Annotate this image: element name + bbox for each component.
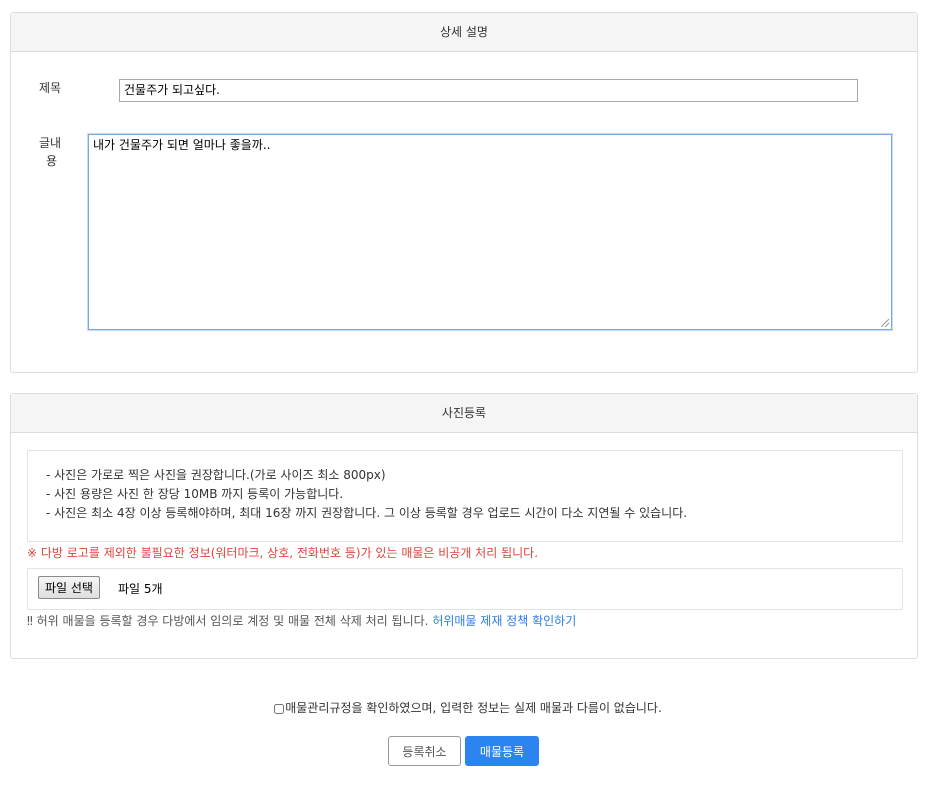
watermark-warning: ※ 다방 로고를 제외한 불필요한 정보(워터마크, 상호, 전화번호 등)가 … (27, 546, 539, 560)
photo-section: 사진등록 - 사진은 가로로 찍은 사진을 권장합니다.(가로 사이즈 최소 8… (10, 393, 918, 659)
cancel-button[interactable]: 등록취소 (388, 736, 461, 766)
agreement-checkbox[interactable] (274, 703, 285, 714)
detail-section: 상세 설명 제목 건물주가 되고싶다. 글내 용 내가 건물주가 되면 얼마나 … (10, 12, 918, 373)
file-select-button[interactable]: 파일 선택 (38, 576, 100, 599)
content-text: 내가 건물주가 되면 얼마나 좋을까.. (93, 138, 271, 152)
title-input[interactable]: 건물주가 되고싶다. (119, 79, 858, 102)
guideline-line: - 사진은 최소 4장 이상 등록해야하며, 최대 16장 까지 권장합니다. … (46, 506, 688, 520)
file-count: 파일 5개 (118, 582, 163, 596)
title-label: 제목 (39, 81, 62, 95)
resize-grip-icon[interactable] (881, 319, 889, 327)
agreement-row: 매물관리규정을 확인하였으며, 입력한 정보는 실제 매물과 다름이 없습니다. (0, 699, 936, 716)
fake-listing-text: ‼ 허위 매물을 등록할 경우 다방에서 임의로 계정 및 매물 전체 삭제 처… (27, 614, 429, 628)
submit-button[interactable]: 매물등록 (465, 736, 539, 766)
content-label-line2: 용 (46, 154, 58, 168)
agreement-text: 매물관리규정을 확인하였으며, 입력한 정보는 실제 매물과 다름이 없습니다. (285, 701, 662, 715)
content-label: 글내 용 (39, 134, 61, 170)
content-label-line1: 글내 (39, 136, 62, 150)
photo-guidelines: - 사진은 가로로 찍은 사진을 권장합니다.(가로 사이즈 최소 800px)… (27, 450, 903, 542)
file-upload-box: 파일 선택 파일 5개 (27, 568, 903, 610)
content-textarea[interactable]: 내가 건물주가 되면 얼마나 좋을까.. (88, 134, 892, 330)
fake-listing-warning: ‼ 허위 매물을 등록할 경우 다방에서 임의로 계정 및 매물 전체 삭제 처… (27, 612, 576, 629)
detail-header: 상세 설명 (11, 13, 917, 52)
photo-header: 사진등록 (11, 394, 917, 433)
policy-link[interactable]: 허위매물 제재 정책 확인하기 (432, 614, 576, 628)
guideline-line: - 사진 용량은 사진 한 장당 10MB 까지 등록이 가능합니다. (46, 487, 344, 501)
guideline-line: - 사진은 가로로 찍은 사진을 권장합니다.(가로 사이즈 최소 800px) (46, 468, 386, 482)
